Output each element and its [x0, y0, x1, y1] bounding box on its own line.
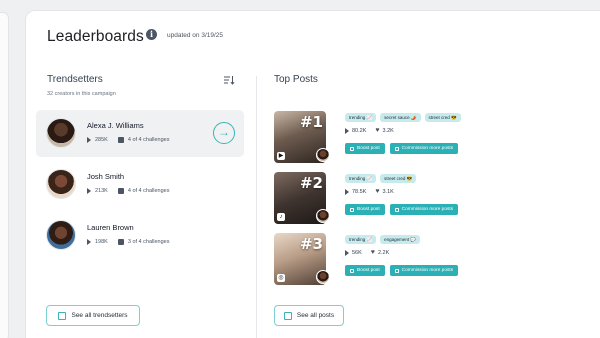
avatar [46, 118, 76, 148]
tiktok-icon: ♪ [277, 213, 285, 221]
side-panel-edge [0, 12, 9, 338]
creator-name: Josh Smith [87, 172, 125, 181]
commission-label: Commission more posts [401, 146, 454, 151]
heart-icon: ♥ [375, 127, 380, 134]
post-likes: 3.2K [382, 127, 394, 134]
heart-icon: ♥ [375, 188, 380, 195]
play-icon [87, 188, 91, 194]
diamond-icon [394, 146, 399, 151]
boost-label: Boost post [357, 268, 380, 273]
instagram-icon: ◎ [277, 274, 285, 282]
boost-post-button[interactable]: Boost post [345, 204, 385, 215]
creator-challenges: 4 of 4 challenges [127, 137, 170, 143]
post-row: #3 ◎ trending 📈 engagement 💬 56K ♥ 2.2K … [274, 233, 504, 285]
post-stats: 56K ♥ 2.2K [345, 249, 389, 256]
creator-stats: 198K 3 of 4 challenges [87, 239, 169, 245]
see-all-posts-label: See all posts [296, 312, 335, 319]
post-actions: Boost post Commission more posts [345, 265, 459, 276]
boost-icon [350, 146, 354, 151]
leaderboards-card: Leaderboards i updated on 3/19/25 Trends… [25, 10, 600, 338]
play-icon [345, 127, 349, 134]
tag: engagement 💬 [380, 235, 420, 244]
layers-icon [283, 311, 292, 320]
post-rank: #1 [299, 113, 323, 131]
tag: street cred 😎 [424, 113, 461, 122]
creator-stats: 213K 4 of 4 challenges [87, 188, 169, 194]
play-icon [87, 137, 91, 143]
boost-icon [350, 268, 354, 273]
crown-icon [58, 311, 67, 320]
avatar [316, 270, 330, 284]
creator-views: 213K [95, 188, 108, 194]
creator-name: Lauren Brown [87, 223, 134, 232]
tag: trending 📈 [345, 235, 377, 244]
avatar [316, 148, 330, 162]
youtube-icon: ▶ [277, 152, 285, 160]
post-tags: trending 📈 street cred 😎 [345, 174, 417, 183]
trendsetters-subtitle: 32 creators in this campaign [47, 91, 116, 97]
post-rank: #2 [299, 174, 323, 192]
see-all-trendsetters-label: See all trendsetters [71, 312, 128, 319]
creator-row[interactable]: Lauren Brown 198K 3 of 4 challenges [36, 212, 244, 259]
avatar [46, 220, 76, 250]
avatar [46, 169, 76, 199]
info-icon[interactable]: i [146, 29, 157, 40]
play-icon [345, 249, 349, 256]
creator-views: 198K [95, 239, 108, 245]
boost-label: Boost post [357, 146, 380, 151]
boost-label: Boost post [357, 207, 380, 212]
post-stats: 78.5K ♥ 3.1K [345, 188, 394, 195]
post-likes: 2.2K [377, 249, 390, 256]
commission-button[interactable]: Commission more posts [389, 265, 459, 276]
creator-views: 285K [95, 137, 108, 143]
top-posts-title: Top Posts [274, 74, 318, 85]
see-all-posts-button[interactable]: See all posts [274, 305, 344, 326]
challenge-icon [117, 239, 124, 245]
boost-post-button[interactable]: Boost post [345, 143, 385, 154]
post-stats: 80.2K ♥ 3.2K [345, 127, 394, 134]
diamond-icon [394, 207, 399, 212]
tag: street cred 😎 [380, 174, 417, 183]
post-actions: Boost post Commission more posts [345, 143, 459, 154]
sort-icon[interactable] [223, 74, 235, 86]
post-likes: 3.1K [382, 188, 394, 195]
creator-row[interactable]: Josh Smith 213K 4 of 4 challenges [36, 161, 244, 208]
tag: secret sauce 🌶️ [380, 113, 421, 122]
see-all-trendsetters-button[interactable]: See all trendsetters [46, 305, 140, 326]
section-divider [256, 76, 257, 338]
boost-post-button[interactable]: Boost post [345, 265, 385, 276]
post-row: #1 ▶ trending 📈 secret sauce 🌶️ street c… [274, 111, 504, 163]
play-icon [345, 188, 349, 195]
post-row: #2 ♪ trending 📈 street cred 😎 78.5K ♥ 3.… [274, 172, 504, 224]
creator-stats: 285K 4 of 4 challenges [87, 137, 169, 143]
post-tags: trending 📈 secret sauce 🌶️ street cred 😎 [345, 113, 461, 122]
post-views: 56K [352, 249, 362, 256]
creator-row[interactable]: Alexa J. Williams 285K 4 of 4 challenges… [36, 110, 244, 157]
page-title: Leaderboards [47, 28, 144, 45]
creator-challenges: 3 of 4 challenges [127, 239, 170, 245]
creator-challenges: 4 of 4 challenges [127, 188, 170, 194]
play-icon [87, 239, 91, 245]
commission-button[interactable]: Commission more posts [389, 204, 459, 215]
tag: trending 📈 [345, 113, 377, 122]
updated-date: updated on 3/19/25 [167, 32, 224, 39]
creator-name: Alexa J. Williams [87, 121, 144, 130]
post-actions: Boost post Commission more posts [345, 204, 459, 215]
commission-button[interactable]: Commission more posts [389, 143, 459, 154]
heart-icon: ♥ [370, 249, 375, 256]
commission-label: Commission more posts [401, 207, 454, 212]
arrow-right-icon[interactable]: → [213, 122, 235, 144]
challenge-icon [117, 188, 124, 194]
diamond-icon [394, 268, 399, 273]
post-views: 78.5K [352, 188, 367, 195]
trendsetters-title: Trendsetters [47, 74, 103, 85]
post-rank: #3 [299, 235, 323, 253]
post-views: 80.2K [352, 127, 367, 134]
commission-label: Commission more posts [401, 268, 454, 273]
challenge-icon [117, 137, 124, 143]
tag: trending 📈 [345, 174, 377, 183]
post-tags: trending 📈 engagement 💬 [345, 235, 420, 244]
boost-icon [350, 207, 354, 212]
avatar [316, 209, 330, 223]
